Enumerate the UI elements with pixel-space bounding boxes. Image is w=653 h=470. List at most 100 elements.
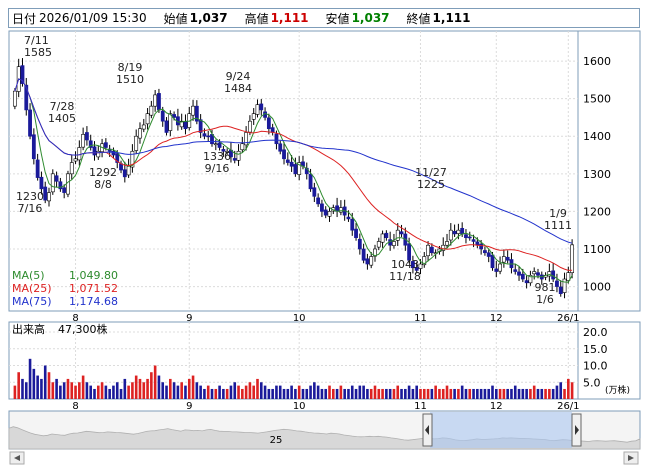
price-tick-label: 1500 bbox=[583, 93, 611, 106]
candle-body bbox=[369, 256, 374, 266]
candle-body bbox=[47, 192, 51, 202]
volume-bar bbox=[536, 388, 540, 399]
price-tick-label: 1400 bbox=[583, 130, 611, 143]
volume-bar bbox=[320, 388, 324, 399]
volume-bar bbox=[396, 385, 400, 399]
volume-bar bbox=[28, 358, 32, 399]
volume-bar bbox=[199, 385, 202, 399]
annotation-label: 9/16 bbox=[205, 162, 230, 175]
volume-bar bbox=[275, 385, 278, 399]
candle-body bbox=[266, 117, 271, 130]
volume-bar bbox=[123, 378, 127, 399]
volume-bar bbox=[70, 382, 74, 399]
annotation-label: 8/8 bbox=[94, 178, 112, 191]
volume-bar bbox=[21, 378, 24, 399]
candle-body bbox=[206, 135, 211, 138]
candle-body bbox=[183, 121, 188, 130]
x-tick-label-volume: 12 bbox=[490, 401, 503, 412]
volume-bar bbox=[62, 382, 66, 399]
volume-bar bbox=[309, 385, 312, 399]
volume-bar bbox=[404, 388, 407, 399]
volume-bar bbox=[548, 388, 551, 399]
candle-body bbox=[501, 256, 506, 263]
volume-bar bbox=[282, 388, 286, 399]
volume-bar bbox=[525, 388, 528, 399]
volume-bar bbox=[112, 385, 115, 399]
x-tick-label: 12 bbox=[490, 313, 503, 324]
volume-bar bbox=[108, 388, 111, 399]
volume-bar bbox=[294, 388, 297, 399]
price-tick-label: 1300 bbox=[583, 168, 611, 181]
volume-bar bbox=[278, 385, 282, 399]
candle-body bbox=[217, 142, 222, 148]
volume-bar bbox=[43, 365, 47, 399]
volume-bar bbox=[74, 385, 77, 399]
x-tick-label-volume: 8 bbox=[72, 401, 78, 412]
volume-bar bbox=[59, 385, 62, 399]
volume-bar bbox=[555, 385, 559, 399]
volume-bar bbox=[165, 385, 168, 399]
volume-bar bbox=[460, 385, 464, 399]
volume-bar bbox=[506, 388, 509, 399]
volume-bar bbox=[104, 385, 108, 399]
candle-body bbox=[558, 286, 563, 295]
candle-body bbox=[350, 218, 355, 231]
candle-body bbox=[138, 128, 142, 139]
volume-bar bbox=[540, 388, 544, 399]
volume-bar bbox=[491, 385, 494, 399]
volume-bar bbox=[150, 372, 153, 399]
candle-body bbox=[134, 135, 139, 151]
annotation-label: 1225 bbox=[417, 178, 445, 191]
volume-bar bbox=[551, 388, 555, 399]
price-tick-label: 1100 bbox=[583, 243, 611, 256]
volume-bar bbox=[411, 388, 415, 399]
candle-body bbox=[54, 175, 59, 182]
candle-body bbox=[213, 143, 218, 146]
candle-body bbox=[122, 169, 127, 178]
volume-title: 出来高 bbox=[12, 322, 45, 336]
volume-bar bbox=[142, 382, 146, 399]
volume-bar bbox=[24, 382, 28, 399]
volume-bar bbox=[339, 385, 343, 399]
volume-bar bbox=[438, 388, 441, 399]
candle-body bbox=[524, 280, 529, 284]
candle-body bbox=[81, 134, 86, 148]
volume-bar bbox=[559, 382, 563, 399]
candle-body bbox=[39, 176, 44, 190]
candle-body bbox=[357, 238, 362, 250]
annotation-label: 1510 bbox=[116, 73, 144, 86]
candle-body bbox=[429, 246, 434, 254]
volume-bar bbox=[263, 385, 267, 399]
candle-body bbox=[327, 211, 332, 217]
volume-bar bbox=[328, 385, 331, 399]
volume-bar bbox=[313, 382, 316, 399]
volume-bar bbox=[191, 375, 195, 399]
candle-body bbox=[532, 271, 537, 275]
candle-body bbox=[274, 133, 279, 145]
volume-bar bbox=[305, 388, 309, 399]
volume-bar bbox=[544, 388, 547, 399]
volume-bar bbox=[256, 378, 259, 399]
volume-bar bbox=[479, 388, 483, 399]
volume-bar bbox=[358, 385, 362, 399]
volume-bar bbox=[115, 382, 119, 399]
price-tick-label: 1600 bbox=[583, 55, 611, 68]
volume-bar bbox=[354, 388, 358, 399]
volume-bar bbox=[169, 378, 172, 399]
volume-bar bbox=[381, 388, 384, 399]
annotation-label: 1484 bbox=[224, 82, 252, 95]
candle-body bbox=[570, 244, 575, 273]
x-tick-label-volume: 11 bbox=[414, 401, 427, 412]
volume-tick-label: 20.0 bbox=[583, 326, 608, 339]
volume-bar bbox=[426, 388, 430, 399]
volume-bar bbox=[89, 385, 93, 399]
candle-body bbox=[320, 203, 324, 212]
volume-bar bbox=[218, 385, 221, 399]
legend-name: MA(5) bbox=[12, 269, 45, 282]
candle-body bbox=[285, 159, 290, 163]
volume-bar bbox=[138, 378, 142, 399]
volume-bar bbox=[419, 388, 422, 399]
annotation-label: 1111 bbox=[544, 219, 572, 232]
volume-bar bbox=[366, 388, 369, 399]
candle-body bbox=[376, 241, 381, 248]
